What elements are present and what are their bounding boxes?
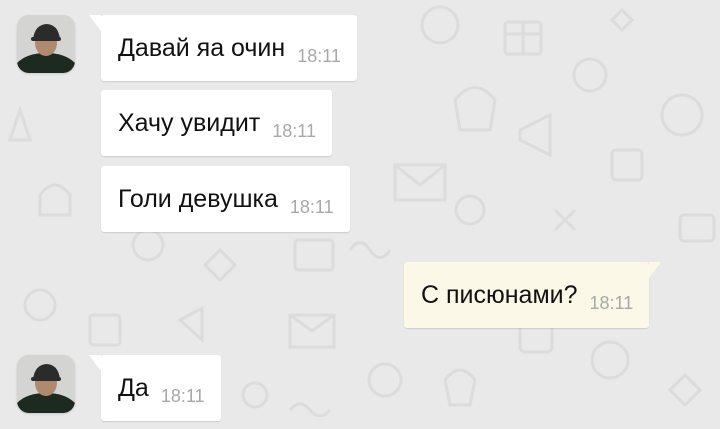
contact-avatar[interactable] bbox=[17, 355, 75, 413]
message-text: Давай яа очин bbox=[118, 34, 286, 62]
message-timestamp: 18:11 bbox=[589, 293, 634, 313]
bubble-tail bbox=[89, 15, 101, 31]
message-timestamp: 18:11 bbox=[272, 121, 316, 141]
bubble-tail bbox=[649, 262, 662, 278]
message-timestamp: 18:11 bbox=[160, 386, 205, 406]
message-timestamp: 18:11 bbox=[297, 46, 341, 66]
message-bubble-outgoing[interactable]: С писюнами? 18:11 bbox=[404, 262, 662, 328]
contact-avatar[interactable] bbox=[17, 15, 75, 73]
message-bubble-incoming[interactable]: Голи девушка 18:11 bbox=[101, 166, 350, 232]
message-bubble-incoming[interactable]: Да 18:11 bbox=[89, 355, 221, 421]
message-text: Да bbox=[118, 374, 149, 402]
message-timestamp: 18:11 bbox=[289, 197, 334, 217]
message-bubble-incoming[interactable]: Хачу увидит 18:11 bbox=[101, 90, 332, 156]
message-text: Голи девушка bbox=[118, 185, 278, 213]
message-text: С писюнами? bbox=[421, 281, 578, 309]
message-text: Хачу увидит bbox=[118, 109, 261, 137]
message-bubble-incoming[interactable]: Давай яа очин 18:11 bbox=[89, 15, 357, 81]
bubble-tail bbox=[89, 355, 101, 371]
